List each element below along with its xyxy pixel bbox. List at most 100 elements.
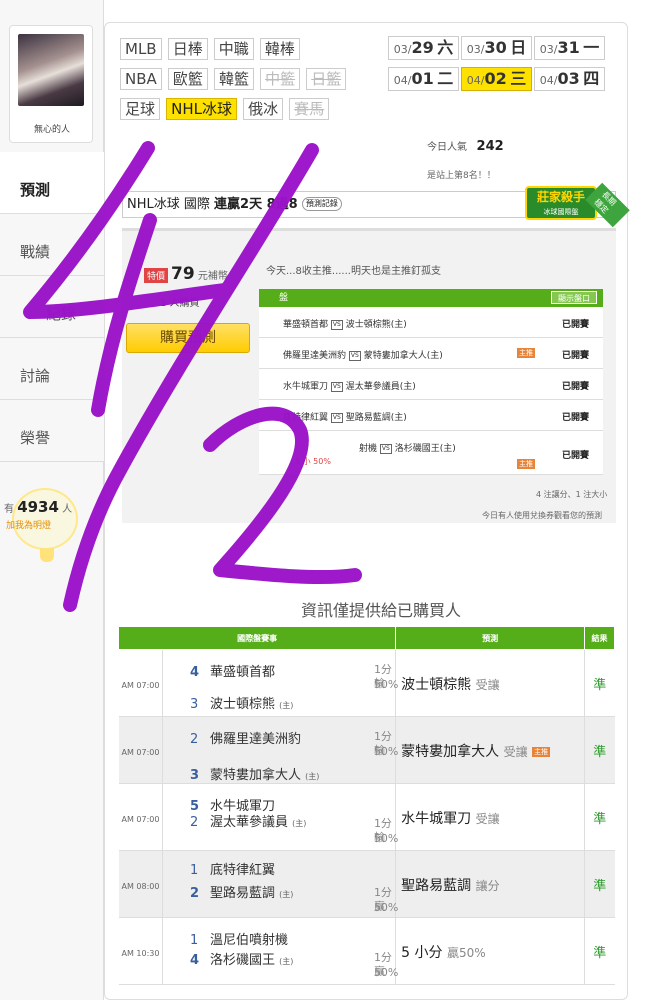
side-item-record[interactable]: 戰績 bbox=[0, 214, 104, 276]
badge-sub: 冰球國際盤 bbox=[543, 208, 579, 216]
pick-cell: 水牛城軍刀 受讓 bbox=[395, 783, 586, 851]
game-list-header: 盤 顯示盤口 bbox=[259, 289, 603, 307]
date-0329[interactable]: 03/29 六 bbox=[388, 36, 459, 60]
home-score: 2 bbox=[189, 886, 199, 901]
game-time: AM 07:00 bbox=[118, 783, 163, 851]
game-row: 底特律紅翼 VS 聖路易藍調(主) 已開賽 bbox=[259, 400, 603, 431]
away-team: 1 溫尼伯噴射機 bbox=[190, 929, 288, 948]
game-home: 渥太華參議員(主) bbox=[345, 382, 416, 392]
away-team-name: 底特律紅翼 bbox=[209, 863, 275, 878]
date-0331[interactable]: 03/31 一 bbox=[534, 36, 605, 60]
bet-summary: 4 注讓分、1 注大小 bbox=[536, 490, 608, 499]
side-item-history[interactable]: 紀錄 bbox=[0, 276, 104, 338]
sport-filters: MLB 日棒 中職 韓棒 NBA 歐籃 韓籃 中籃 日籃 足球 NHL冰球 俄冰… bbox=[120, 38, 370, 128]
pick-type: 讓分 bbox=[475, 879, 500, 893]
date-0402[interactable]: 04/02 三 bbox=[461, 67, 532, 91]
filter-cpbl[interactable]: 中職 bbox=[213, 38, 254, 60]
badge-title: 莊家殺手 bbox=[536, 190, 585, 204]
avatar[interactable] bbox=[18, 34, 84, 106]
home-team-name: 聖路易藍調 bbox=[209, 886, 275, 901]
game-status: 已開賽 bbox=[561, 451, 589, 461]
game-home: 洛杉磯國王(主) bbox=[394, 444, 456, 454]
home-team: 3 波士頓棕熊 (主) bbox=[190, 693, 293, 712]
follow-link[interactable]: 加我為明燈 bbox=[6, 518, 51, 531]
result-cell: 準 bbox=[584, 783, 615, 851]
home-score: 4 bbox=[189, 953, 199, 968]
filter-horse-racing: 賽馬 bbox=[289, 98, 330, 120]
filter-euro-basketball[interactable]: 歐籃 bbox=[167, 68, 208, 90]
pick-cell: 5 小分 贏50% bbox=[395, 917, 586, 985]
price-unit: 元補幣 bbox=[197, 271, 228, 282]
result-cell: 準 bbox=[584, 649, 615, 717]
away-score: 1 bbox=[189, 863, 199, 878]
prediction-box: 特價 79 元補幣 1 人購買 購買預測 今天...8收主推......明天也是主… bbox=[122, 228, 616, 523]
game-time: AM 07:00 bbox=[118, 716, 163, 784]
game-row: 佛羅里達美洲豹 VS 蒙特婁加拿大人(主) 主推 已開賽 bbox=[259, 338, 603, 369]
filter-jp-basketball: 日籃 bbox=[306, 68, 347, 90]
filter-kr-basketball[interactable]: 韓籃 bbox=[213, 68, 254, 90]
odds-percent: 50% bbox=[373, 745, 399, 758]
vs-icon: VS bbox=[348, 351, 361, 361]
filter-khl[interactable]: 俄冰 bbox=[243, 98, 284, 120]
side-menu: 預測 戰績 紀錄 討論 榮譽 bbox=[0, 152, 106, 462]
pick-team: 聖路易藍調 bbox=[401, 878, 472, 894]
home-team: 2 渥太華參議員 (主) bbox=[190, 811, 306, 830]
game-pick-small: 5 小 50% bbox=[295, 457, 331, 466]
filter-nhl[interactable]: NHL冰球 bbox=[166, 98, 237, 120]
show-odds-button[interactable]: 顯示盤口 bbox=[551, 291, 597, 304]
prediction-note: 今天...8收主推......明天也是主推釘孤支 bbox=[266, 266, 441, 277]
filter-mlb[interactable]: MLB bbox=[120, 38, 162, 60]
pick-cell: 蒙特婁加拿大人 受讓 主推 bbox=[395, 716, 586, 784]
home-team: 3 蒙特婁加拿大人 (主) bbox=[190, 764, 319, 783]
filter-kbo[interactable]: 韓棒 bbox=[259, 38, 300, 60]
follower-count: 有 4934 人 bbox=[4, 498, 72, 516]
side-item-predict[interactable]: 預測 bbox=[0, 152, 106, 214]
result-row: AM 07:00 4 華盛頓首都 3 波士頓棕熊 (主) 1分輸 50% 波士頓棕熊 受讓準 bbox=[118, 649, 615, 717]
date-0401[interactable]: 04/01 二 bbox=[388, 67, 459, 91]
site-rank: 是站上第8名！！ bbox=[427, 171, 496, 181]
result-cell: 準 bbox=[584, 850, 615, 918]
history-button[interactable]: 預測記錄 bbox=[301, 197, 342, 211]
main-pick-badge: 主推 bbox=[517, 348, 535, 358]
side-item-honor[interactable]: 榮譽 bbox=[0, 400, 104, 462]
game-teams: 1 底特律紅翼 2 聖路易藍調 (主) 1分贏 50% bbox=[162, 850, 398, 918]
buy-prediction-button[interactable]: 購買預測 bbox=[126, 323, 250, 353]
game-row: 射機 VS 洛杉磯國王(主) 5 小 50% 主推 已開賽 bbox=[259, 431, 603, 475]
result-row: AM 07:00 5 水牛城軍刀 2 渥太華參議員 (主) 1分輸 50% 水牛城軍刀 受讓準 bbox=[118, 783, 615, 851]
counter-prefix: 有 bbox=[4, 504, 14, 515]
profile-card[interactable]: 無心的人 bbox=[9, 25, 93, 143]
expert-badge: 莊家殺手 冰球國際盤 bbox=[525, 186, 597, 220]
game-row: 水牛城軍刀 VS 渥太華參議員(主) 已開賽 bbox=[259, 369, 603, 400]
lightbulb-base-icon bbox=[40, 548, 54, 562]
pick-team: 5 小分 bbox=[401, 945, 443, 961]
filter-jp-baseball[interactable]: 日棒 bbox=[167, 38, 208, 60]
game-home: 聖路易藍調(主) bbox=[345, 413, 407, 423]
game-teams: 2 佛羅里達美洲豹 3 蒙特婁加拿大人 (主) 1分輸 50% bbox=[162, 716, 399, 784]
game-home: 波士頓棕熊(主) bbox=[345, 320, 407, 330]
home-score: 3 bbox=[189, 697, 199, 712]
game-away: 華盛頓首都 bbox=[283, 320, 329, 330]
date-0403[interactable]: 04/03 四 bbox=[534, 67, 605, 91]
side-item-discuss[interactable]: 討論 bbox=[0, 338, 104, 400]
game-teams: 1 溫尼伯噴射機 4 洛杉磯國王 (主) 1分贏 50% bbox=[162, 917, 398, 985]
home-marker: (主) bbox=[305, 772, 320, 781]
header-games: 國際盤賽事 bbox=[117, 626, 397, 650]
main-pick-badge: 主推 bbox=[532, 747, 551, 757]
date-0330[interactable]: 03/30 日 bbox=[461, 36, 532, 60]
filter-nba[interactable]: NBA bbox=[120, 68, 162, 90]
filter-soccer[interactable]: 足球 bbox=[120, 98, 161, 120]
game-status: 已開賽 bbox=[561, 382, 589, 392]
home-team-name: 渥太華參議員 bbox=[209, 815, 288, 830]
header-result: 結果 bbox=[584, 626, 615, 650]
side-item-history-label: 紀錄 bbox=[46, 305, 77, 323]
popularity-value: 242 bbox=[476, 139, 504, 154]
buyer-count: 1 人購買 bbox=[160, 298, 200, 309]
pick-type: 贏50% bbox=[446, 946, 486, 960]
game-time: AM 08:00 bbox=[118, 850, 163, 918]
header-prediction: 預測 bbox=[395, 626, 586, 650]
pick-type: 受讓 bbox=[475, 678, 500, 692]
odds-percent: 50% bbox=[373, 678, 399, 691]
popularity-label: 今日人氣 bbox=[427, 142, 467, 153]
away-team: 2 佛羅里達美洲豹 bbox=[190, 728, 301, 747]
pick-type: 受讓 bbox=[475, 812, 500, 826]
